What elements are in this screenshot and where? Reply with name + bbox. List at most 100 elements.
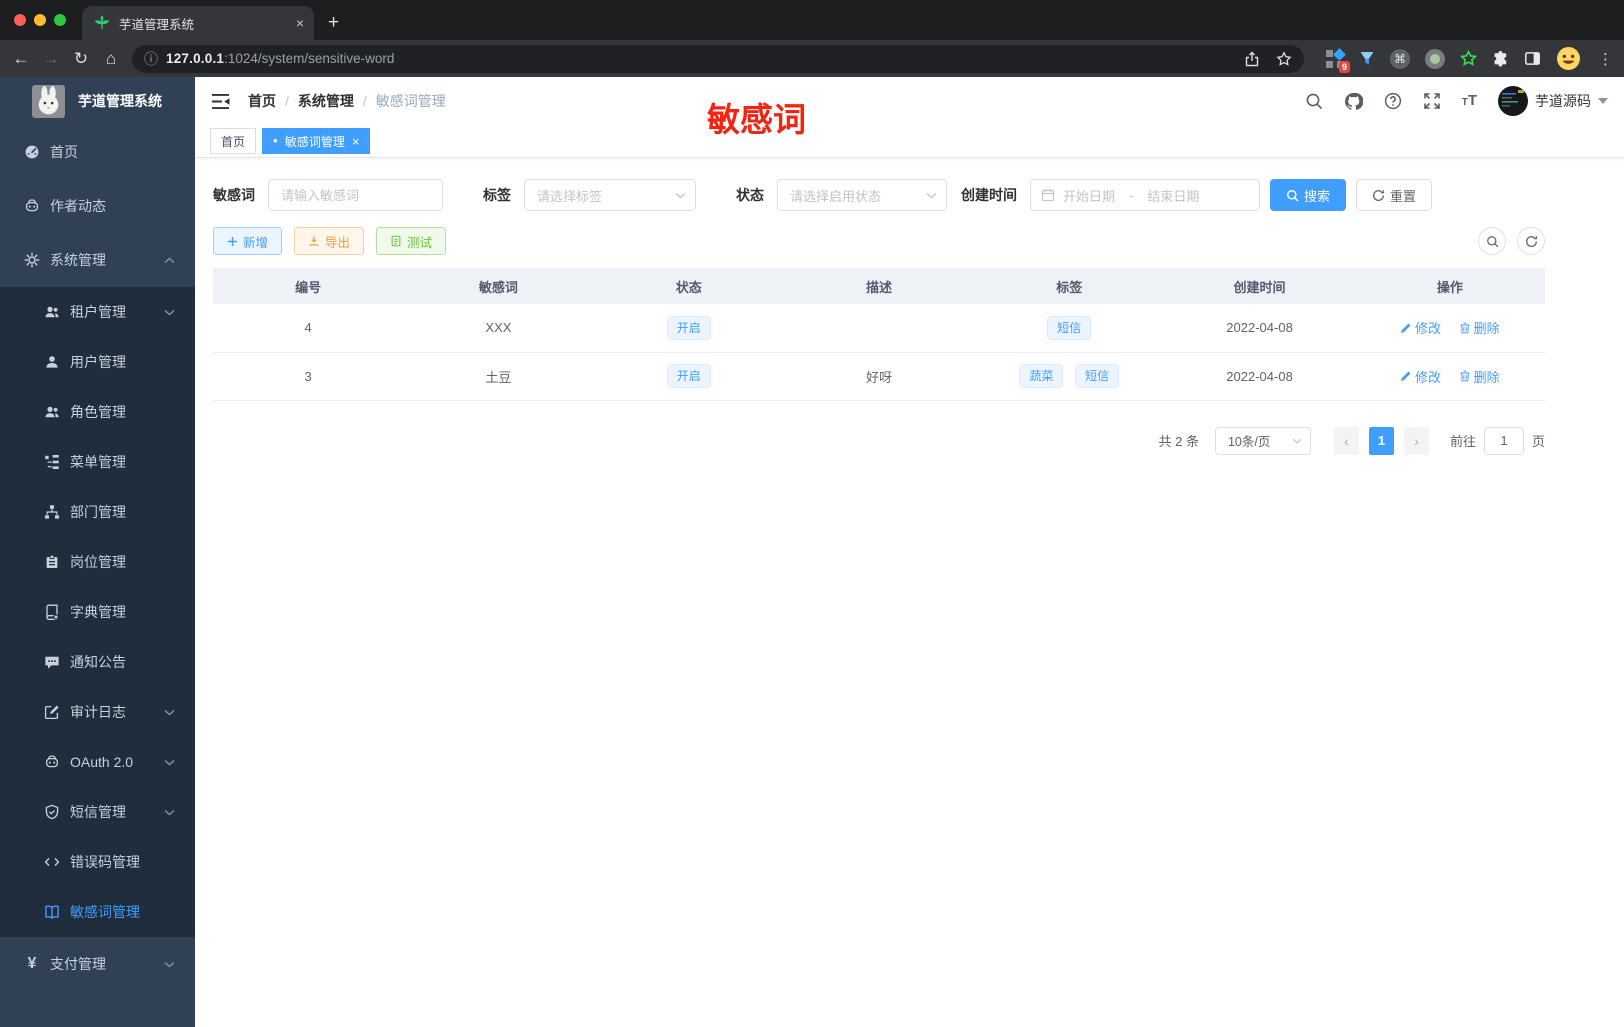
- sidebar-item-payment[interactable]: ¥ 支付管理: [0, 937, 195, 991]
- browser-menu-icon[interactable]: ⋮: [1596, 50, 1614, 68]
- user-menu[interactable]: 芋道源码: [1498, 86, 1608, 116]
- sidebar-item-error-code[interactable]: 错误码管理: [0, 837, 195, 887]
- recorder-extension-icon[interactable]: [1425, 48, 1445, 69]
- profile-avatar[interactable]: [1556, 46, 1581, 71]
- close-tab-icon[interactable]: ×: [352, 135, 360, 148]
- devtools-funnel-icon[interactable]: [1359, 51, 1375, 67]
- command-extension-icon[interactable]: ⌘: [1390, 48, 1410, 69]
- id-badge-icon: [46, 554, 58, 568]
- back-icon[interactable]: ←: [6, 45, 36, 73]
- sidebar-item-post[interactable]: 岗位管理: [0, 537, 195, 587]
- page-unit-label: 页: [1531, 434, 1545, 449]
- tag-select[interactable]: 请选择标签: [524, 179, 696, 211]
- calendar-icon: [1041, 188, 1055, 202]
- robot-icon: [25, 199, 39, 212]
- minimize-window-button[interactable]: [34, 14, 46, 26]
- sidebar-item-sensitive-word[interactable]: 敏感词管理: [0, 887, 195, 937]
- extensions-row: 9 ⌘ ⋮: [1314, 46, 1614, 73]
- forward-icon[interactable]: →: [36, 45, 66, 73]
- pencil-icon: [1401, 323, 1411, 333]
- tab-close-icon[interactable]: ×: [296, 15, 304, 31]
- reload-icon[interactable]: ↻: [66, 45, 96, 73]
- search-icon[interactable]: [1305, 92, 1323, 110]
- goto-page-input[interactable]: [1483, 426, 1524, 455]
- sidebar-item-dict[interactable]: 字典管理: [0, 587, 195, 637]
- cell-id: 3: [213, 352, 404, 401]
- sidebar-item-oauth[interactable]: OAuth 2.0: [0, 737, 195, 787]
- puzzle-extensions-icon[interactable]: [1492, 50, 1509, 67]
- fullscreen-icon[interactable]: [1423, 92, 1441, 110]
- site-info-icon[interactable]: ⓘ: [144, 49, 158, 69]
- status-badge: 开启: [666, 315, 711, 340]
- test-button[interactable]: 测试: [376, 227, 447, 255]
- sidebar-item-dept[interactable]: 部门管理: [0, 487, 195, 537]
- sidebar-item-author-news[interactable]: 作者动态: [0, 179, 195, 233]
- screen: 芋道管理系统 × + ← → ↻ ⌂ ⓘ 127.0.0.1:1024/syst…: [0, 0, 1624, 1027]
- prev-page-button[interactable]: ‹: [1333, 426, 1359, 455]
- address-bar[interactable]: ⓘ 127.0.0.1:1024/system/sensitive-word: [132, 44, 1304, 73]
- view-tab-sensitive-word[interactable]: ● 敏感词管理 ×: [262, 128, 371, 154]
- collapse-sidebar-icon[interactable]: [211, 93, 230, 110]
- app-logo-row[interactable]: 芋道管理系统: [0, 77, 195, 125]
- message-bubble-icon: [45, 656, 59, 669]
- refresh-table-button[interactable]: [1517, 227, 1545, 255]
- chevron-down-icon: [926, 192, 937, 198]
- reset-button[interactable]: 重置: [1356, 179, 1433, 211]
- edit-link[interactable]: 修改: [1400, 318, 1441, 337]
- sidebar-item-user[interactable]: 用户管理: [0, 337, 195, 387]
- help-icon[interactable]: [1384, 92, 1402, 110]
- col-status: 状态: [593, 268, 784, 304]
- new-tab-button[interactable]: +: [328, 12, 339, 34]
- show-search-icon-button[interactable]: [1478, 227, 1506, 255]
- home-icon[interactable]: ⌂: [96, 45, 126, 73]
- delete-link[interactable]: 删除: [1459, 367, 1500, 386]
- sidebar-item-audit-log[interactable]: 审计日志: [0, 687, 195, 737]
- keyword-input[interactable]: [268, 179, 443, 211]
- extension-grid-icon[interactable]: 9: [1326, 47, 1350, 73]
- page-number-1[interactable]: 1: [1368, 426, 1394, 455]
- browser-tab[interactable]: 芋道管理系统 ×: [82, 6, 314, 40]
- sidebar-item-role[interactable]: 角色管理: [0, 387, 195, 437]
- sidebar-item-tenant[interactable]: 租户管理: [0, 287, 195, 337]
- date-range-picker[interactable]: 开始日期 - 结束日期: [1030, 179, 1260, 211]
- font-size-icon[interactable]: TT: [1462, 92, 1477, 110]
- close-window-button[interactable]: [14, 14, 26, 26]
- sidebar-item-home[interactable]: 首页: [0, 125, 195, 179]
- code-icon: [44, 857, 60, 867]
- view-tab-home[interactable]: 首页: [210, 128, 257, 154]
- share-icon[interactable]: [1244, 51, 1260, 67]
- delete-link[interactable]: 删除: [1459, 318, 1500, 337]
- sidebar-item-sms[interactable]: 短信管理: [0, 787, 195, 837]
- github-icon[interactable]: [1344, 92, 1363, 111]
- side-panel-icon[interactable]: [1524, 50, 1541, 67]
- plus-icon: [227, 236, 238, 246]
- user-icon: [46, 356, 58, 368]
- tag-label: 标签: [483, 187, 511, 203]
- edit-link[interactable]: 修改: [1400, 367, 1441, 386]
- users-icon: [45, 306, 59, 318]
- search-button[interactable]: 搜索: [1270, 179, 1347, 211]
- chevron-down-icon: [164, 809, 175, 815]
- breadcrumb-system[interactable]: 系统管理: [298, 91, 354, 111]
- add-button[interactable]: 新增: [213, 227, 283, 255]
- url-host: 127.0.0.1: [166, 51, 225, 66]
- green-star-extension-icon[interactable]: [1460, 50, 1477, 67]
- bookmark-star-icon[interactable]: [1276, 50, 1292, 67]
- sidebar-item-system[interactable]: 系统管理: [0, 233, 195, 287]
- breadcrumb-home[interactable]: 首页: [248, 91, 276, 111]
- sidebar-item-notice[interactable]: 通知公告: [0, 637, 195, 687]
- export-button[interactable]: 导出: [294, 227, 365, 255]
- extension-badge: 9: [1338, 60, 1350, 73]
- page-size-select[interactable]: 10条/页: [1214, 426, 1311, 455]
- url-path: :1024/system/sensitive-word: [224, 51, 395, 66]
- browser-toolbar: ← → ↻ ⌂ ⓘ 127.0.0.1:1024/system/sensitiv…: [0, 40, 1624, 77]
- status-select[interactable]: 请选择启用状态: [777, 179, 947, 211]
- next-page-button[interactable]: ›: [1403, 426, 1429, 455]
- sidebar-item-menu[interactable]: 菜单管理: [0, 437, 195, 487]
- cell-id: 4: [213, 304, 404, 353]
- url-text: 127.0.0.1:1024/system/sensitive-word: [166, 51, 394, 66]
- cell-word: XXX: [403, 304, 594, 353]
- zoom-window-button[interactable]: [54, 14, 66, 26]
- status-label: 状态: [736, 187, 764, 203]
- col-tags: 标签: [974, 268, 1165, 304]
